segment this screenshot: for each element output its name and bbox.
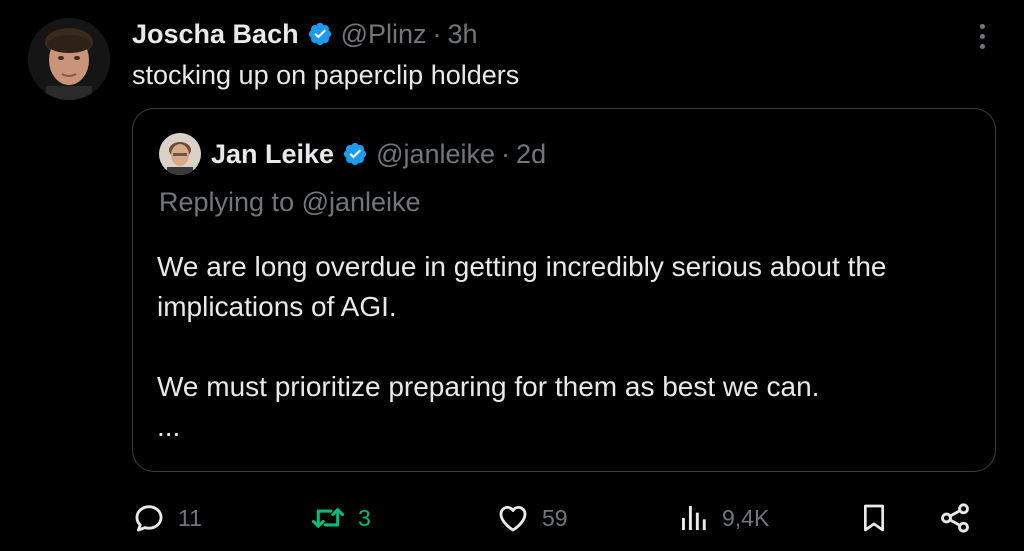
quoted-tweet-body: We are long overdue in getting incredibl… <box>157 247 977 447</box>
author-handle[interactable]: @Plinz <box>341 19 427 50</box>
more-dots-icon <box>979 33 985 39</box>
like-button[interactable]: 59 <box>496 494 568 542</box>
quoted-author-avatar-image <box>159 133 201 175</box>
quoted-author-name[interactable]: Jan Leike <box>211 139 334 170</box>
header-separator: · <box>432 18 442 49</box>
quoted-tweet-timestamp[interactable]: 2d <box>516 139 546 170</box>
replying-to-label: Replying to @janleike <box>159 187 421 217</box>
heart-icon <box>499 505 527 532</box>
retweet-button[interactable]: 3 <box>310 494 371 542</box>
quoted-text-ellipsis: ... <box>157 411 181 442</box>
quoted-text-line: We must prioritize preparing for them as… <box>157 371 820 402</box>
views-bars-icon <box>682 506 706 530</box>
author-avatar-image <box>28 18 110 100</box>
more-options-button[interactable] <box>968 18 996 54</box>
author-avatar[interactable] <box>28 18 110 100</box>
reply-button[interactable]: 11 <box>132 494 202 542</box>
verified-badge-icon <box>307 21 333 47</box>
views-button[interactable]: 9,4K <box>678 494 769 542</box>
more-dots-icon <box>979 23 985 29</box>
quoted-text-line: implications of AGI. <box>157 291 397 322</box>
share-icon <box>941 503 969 533</box>
reply-bubble-icon <box>135 505 163 532</box>
author-name[interactable]: Joscha Bach <box>132 19 299 50</box>
bookmark-button[interactable] <box>858 494 890 542</box>
quoted-author-handle[interactable]: @janleike <box>376 139 495 170</box>
retweet-count: 3 <box>358 504 371 531</box>
views-count: 9,4K <box>722 504 770 531</box>
reply-count: 11 <box>178 504 202 531</box>
tweet[interactable]: Joscha Bach @Plinz · 3h stocking up on p… <box>0 0 1024 551</box>
quoted-author-avatar[interactable] <box>159 133 201 175</box>
more-dots-icon <box>979 43 985 49</box>
quoted-tweet-header: Jan Leike @janleike · 2d <box>211 133 546 175</box>
action-bar: 11 3 59 9,4K <box>132 494 992 542</box>
bookmark-icon <box>864 504 884 532</box>
share-button[interactable] <box>938 494 972 542</box>
quoted-text-line: We are long overdue in getting incredibl… <box>157 251 887 282</box>
verified-badge-icon <box>342 141 368 167</box>
tweet-text: stocking up on paperclip holders <box>132 60 520 90</box>
quoted-header-separator: · <box>501 138 511 169</box>
quoted-tweet[interactable]: Jan Leike @janleike · 2d Replying to @ja… <box>132 108 996 472</box>
retweet-icon <box>311 508 345 528</box>
like-count: 59 <box>542 504 568 531</box>
tweet-header: Joscha Bach @Plinz · 3h <box>132 14 478 54</box>
tweet-timestamp[interactable]: 3h <box>448 19 478 50</box>
